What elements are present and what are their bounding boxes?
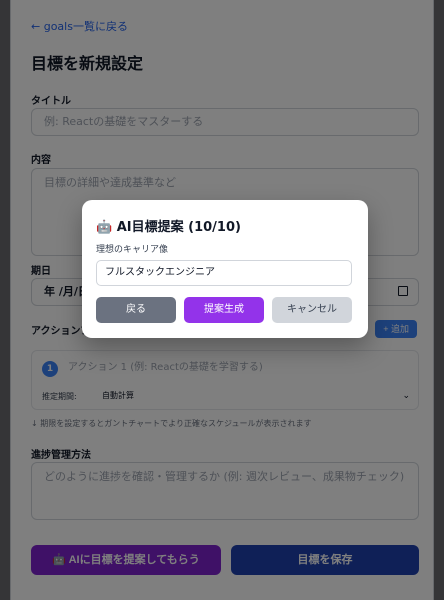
career-label: 理想のキャリア像	[96, 245, 169, 255]
career-input[interactable]: フルスタックエンジニア	[96, 260, 352, 286]
ai-suggestion-modal: 🤖 AI目標提案 (10/10) 理想のキャリア像 フルスタックエンジニア 戻る…	[82, 200, 368, 338]
modal-title: 🤖 AI目標提案 (10/10)	[96, 220, 241, 235]
modal-cancel-button[interactable]: キャンセル	[272, 297, 352, 323]
generate-suggestion-button[interactable]: 提案生成	[184, 297, 264, 323]
modal-back-button[interactable]: 戻る	[96, 297, 176, 323]
